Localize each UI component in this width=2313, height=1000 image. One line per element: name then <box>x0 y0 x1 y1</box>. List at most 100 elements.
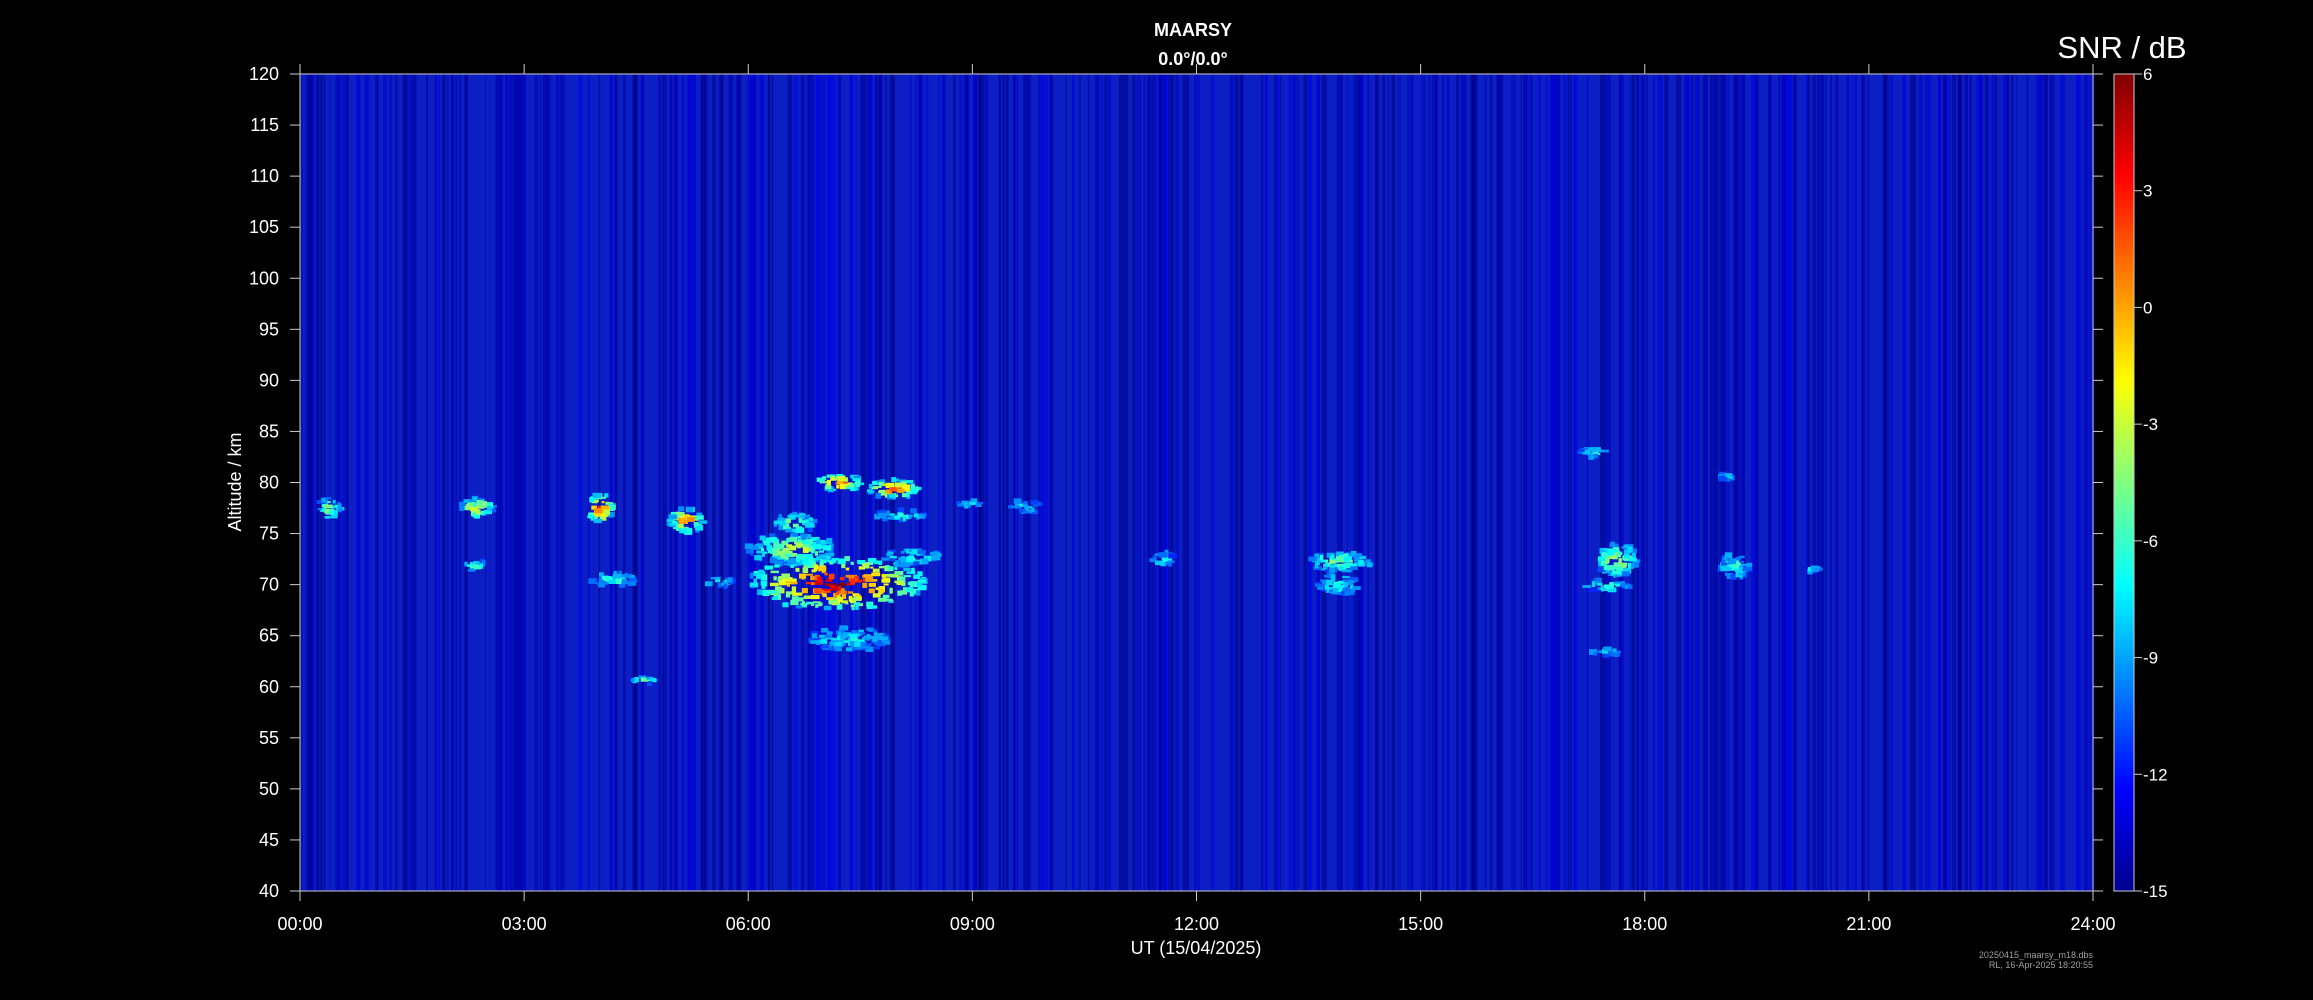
noise-streak <box>337 74 342 891</box>
noise-streak <box>456 74 458 891</box>
echo-cell <box>828 573 835 580</box>
echo-cell <box>805 560 811 566</box>
echo-cell <box>966 503 971 506</box>
echo-cell <box>821 556 827 560</box>
echo-cell <box>717 582 722 588</box>
noise-streak <box>539 74 542 891</box>
echo-cell <box>634 677 640 683</box>
echo-cell <box>600 505 608 510</box>
noise-streak <box>1903 74 1906 891</box>
y-tick-label: 100 <box>249 268 279 288</box>
noise-streak <box>800 74 805 891</box>
noise-streak <box>2051 74 2055 891</box>
echo-cell <box>1620 562 1628 567</box>
echo-cell <box>849 633 858 639</box>
noise-streak <box>1484 74 1487 891</box>
echo-cell <box>801 533 807 540</box>
y-tick-label: 115 <box>250 115 279 135</box>
echo-cell <box>1597 567 1605 573</box>
noise-streak <box>1280 74 1282 891</box>
echo-cell <box>817 588 824 592</box>
echo-cell <box>756 551 765 554</box>
noise-streak <box>1795 74 1797 891</box>
echo-cell <box>1740 560 1744 564</box>
noise-streak <box>1175 74 1179 891</box>
echo-cell <box>324 515 331 519</box>
noise-streak <box>1586 74 1589 891</box>
noise-streak <box>694 74 696 891</box>
noise-streak <box>1545 74 1548 891</box>
noise-streak <box>1812 74 1817 891</box>
echo-cell <box>649 677 655 682</box>
echo-cell <box>814 558 820 561</box>
echo-cell <box>837 476 844 481</box>
noise-streak <box>641 74 643 891</box>
echo-cell <box>758 569 764 575</box>
noise-streak <box>1556 74 1561 891</box>
echo-cell <box>1324 559 1329 563</box>
echo-cell <box>744 543 754 550</box>
echo-cell <box>909 552 919 555</box>
echo-cell <box>931 555 941 561</box>
echo-cell <box>598 582 606 588</box>
echo-cell <box>883 583 889 586</box>
noise-streak <box>578 74 583 891</box>
noise-streak <box>973 74 977 891</box>
noise-streak <box>356 74 359 891</box>
noise-streak <box>2044 74 2048 891</box>
noise-streak <box>1292 74 1295 891</box>
noise-streak <box>1825 74 1827 891</box>
echo-cell <box>801 541 809 544</box>
echo-cell <box>1610 541 1615 547</box>
echo-cell <box>324 508 330 514</box>
echo-cell <box>903 575 912 578</box>
noise-streak <box>1303 74 1308 891</box>
echo-cell <box>1613 562 1620 567</box>
noise-streak <box>981 74 985 891</box>
colorbar-tick-label: -6 <box>2143 532 2158 551</box>
noise-streak <box>1918 74 1923 891</box>
noise-streak <box>1640 74 1644 891</box>
echo-cell <box>1588 453 1595 460</box>
echo-cell <box>801 601 805 606</box>
echo-cell <box>796 553 804 558</box>
noise-streak <box>1050 74 1054 891</box>
noise-streak <box>1520 74 1522 891</box>
echo-cell <box>588 514 593 519</box>
echo-cell <box>911 567 915 574</box>
echo-cell <box>918 486 922 491</box>
noise-streak <box>1573 74 1578 891</box>
noise-streak <box>550 74 552 891</box>
echo-cell <box>780 550 785 554</box>
noise-streak <box>404 74 408 891</box>
echo-cell <box>761 575 767 580</box>
noise-streak <box>1431 74 1435 891</box>
noise-streak <box>1642 74 1645 891</box>
echo-cell <box>822 593 827 598</box>
echo-cell <box>782 602 789 608</box>
echo-cell <box>850 604 856 608</box>
echo-cell <box>767 589 777 594</box>
echo-cell <box>896 488 905 493</box>
echo-cell <box>839 483 846 490</box>
noise-streak <box>1976 74 1981 891</box>
noise-streak <box>459 74 462 891</box>
noise-streak <box>962 74 964 891</box>
noise-streak <box>1948 74 1951 891</box>
noise-streak <box>1463 74 1466 891</box>
noise-streak <box>833 74 836 891</box>
echo-cell <box>821 627 829 633</box>
echo-cell <box>678 523 684 528</box>
noise-streak <box>1619 74 1622 891</box>
noise-streak <box>1659 74 1663 891</box>
echo-cell <box>865 576 873 582</box>
echo-cell <box>770 570 779 574</box>
echo-cell <box>1342 579 1349 582</box>
echo-cell <box>337 503 342 509</box>
noise-streak <box>1420 74 1423 891</box>
noise-streak <box>1338 74 1343 891</box>
echo-cell <box>769 582 779 587</box>
echo-cell <box>762 540 770 544</box>
echo-cell <box>459 506 464 511</box>
noise-streak <box>435 74 438 891</box>
